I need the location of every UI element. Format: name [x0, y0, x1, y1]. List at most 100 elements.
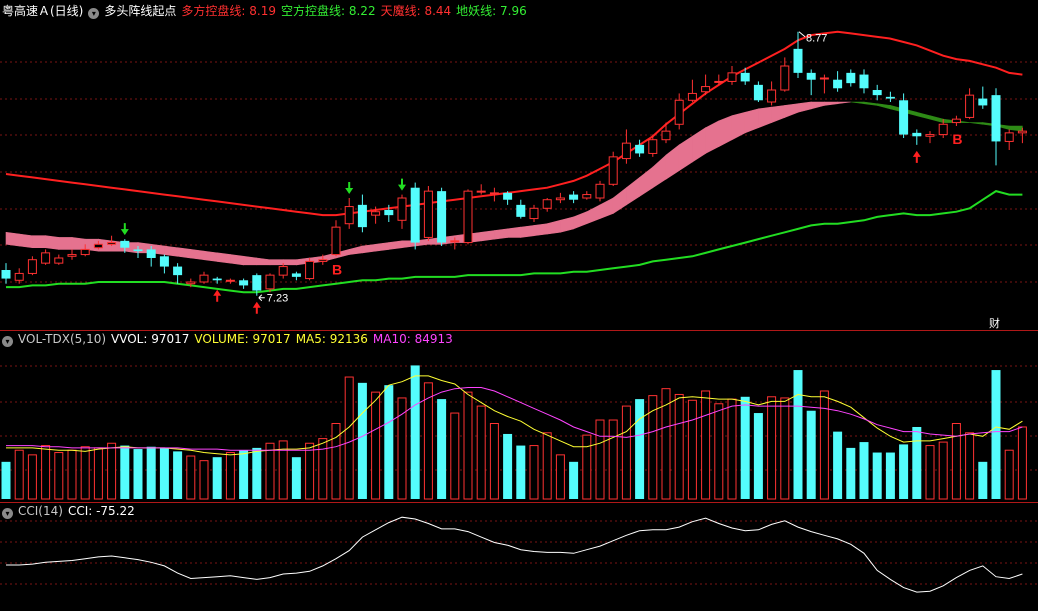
volume-bar-down — [753, 413, 763, 499]
volume-bar-down — [212, 457, 222, 499]
volume-bar-up — [450, 412, 460, 500]
di-line — [6, 190, 1023, 294]
candle-up — [423, 190, 433, 238]
volume-bar-up — [54, 452, 64, 500]
cci-line — [6, 516, 1023, 593]
volume-bar-up — [186, 455, 196, 500]
control-band — [164, 245, 178, 257]
control-band — [652, 154, 667, 189]
stock-title[interactable]: 粤高速Ａ(日线) — [2, 4, 83, 18]
volume-indicator-name[interactable]: VOL-TDX(5,10) — [18, 332, 106, 346]
control-band — [744, 108, 759, 134]
volume-bar-down — [133, 449, 143, 499]
candle-up — [54, 257, 64, 264]
volume-bar-up — [595, 419, 605, 500]
control-band — [797, 101, 812, 113]
control-band — [375, 242, 390, 252]
candle-up — [186, 281, 196, 285]
volume-bar-up — [714, 403, 724, 500]
volume-bar-down — [437, 399, 447, 499]
volume-bar-up — [819, 390, 829, 500]
candle-up — [107, 242, 117, 245]
candle-up — [582, 194, 592, 199]
candle-up — [951, 118, 961, 124]
volume-bar-down — [239, 450, 249, 499]
volume-bar-up — [225, 452, 235, 500]
high-pointer — [798, 31, 806, 38]
sell-arrow-icon — [345, 182, 354, 194]
candle-up — [819, 77, 829, 80]
control-band — [810, 101, 825, 110]
finance-icon[interactable]: 财 — [989, 315, 1000, 331]
candle-up — [1004, 132, 1014, 142]
control-band — [203, 250, 218, 262]
candle-up — [344, 206, 354, 225]
control-band — [533, 223, 548, 237]
cci-toggle-icon[interactable]: ▾ — [2, 508, 13, 519]
volume-bar-down — [173, 451, 183, 499]
indicator-name[interactable]: 多头阵线起点 — [104, 4, 176, 18]
volume-bar-down — [806, 410, 816, 499]
volume-bar-down — [991, 370, 1001, 499]
indicator-toggle-icon[interactable]: ▾ — [88, 8, 100, 19]
control-band — [546, 219, 561, 235]
control-band — [586, 204, 601, 225]
candle-up — [14, 272, 24, 281]
candle-down — [146, 249, 156, 258]
chart-canvas[interactable]: B B 8.77 7.23 — [0, 0, 1038, 611]
volume-toggle-icon[interactable]: ▾ — [2, 336, 13, 347]
volume-bar-down — [357, 382, 367, 499]
tian-line — [5, 30, 1023, 217]
volume-bar-up — [423, 382, 433, 500]
candle-down — [872, 90, 882, 96]
candle-down — [503, 192, 513, 200]
control-band — [269, 259, 284, 266]
candle-down — [437, 191, 447, 243]
control-band — [190, 249, 205, 261]
buy-arrow-icon — [912, 150, 921, 163]
volume-bar-down — [146, 446, 156, 499]
control-band — [18, 233, 33, 249]
candle-up — [265, 274, 275, 290]
cci-indicator-name[interactable]: CCI(14) — [18, 504, 63, 518]
candle-up — [67, 254, 77, 257]
duo-line-label: 多方控盘线: 8.19 — [181, 4, 276, 18]
candle-down — [885, 96, 895, 99]
volume-bar-down — [120, 445, 130, 499]
candle-down — [159, 256, 169, 267]
candle-up — [305, 260, 315, 280]
candle-up — [767, 89, 777, 103]
candle-down — [912, 132, 922, 137]
cci-value: CCI: -75.22 — [67, 504, 135, 518]
control-band — [480, 230, 495, 242]
candle-up — [661, 130, 671, 141]
buy-arrow-icon — [252, 301, 261, 314]
candle-up — [331, 226, 341, 256]
candle-up — [925, 134, 935, 137]
candle-down — [978, 98, 988, 106]
volume-bar-down — [252, 447, 262, 499]
candle-down — [516, 204, 526, 217]
control-band — [32, 235, 46, 249]
candle-up — [80, 248, 90, 256]
volume-bar-up — [767, 396, 777, 500]
volume-bar-down — [384, 385, 394, 499]
volume-bar-up — [701, 390, 711, 500]
candle-down — [384, 210, 394, 216]
control-band — [507, 226, 522, 238]
control-band — [230, 254, 244, 266]
volume-bar-up — [621, 405, 631, 500]
candle-up — [938, 123, 948, 136]
volume-bar-down — [569, 461, 579, 499]
candle-down — [899, 100, 909, 135]
control-band — [1008, 125, 1023, 132]
candle-down — [793, 48, 803, 73]
candle-down — [1, 270, 11, 279]
volume-bar-down — [793, 370, 803, 499]
candle-down — [806, 72, 816, 80]
candle-up — [674, 99, 684, 125]
control-band — [731, 111, 746, 141]
control-band — [718, 115, 733, 148]
volume-bar-up — [727, 398, 737, 500]
volume-bar-down — [740, 396, 750, 499]
